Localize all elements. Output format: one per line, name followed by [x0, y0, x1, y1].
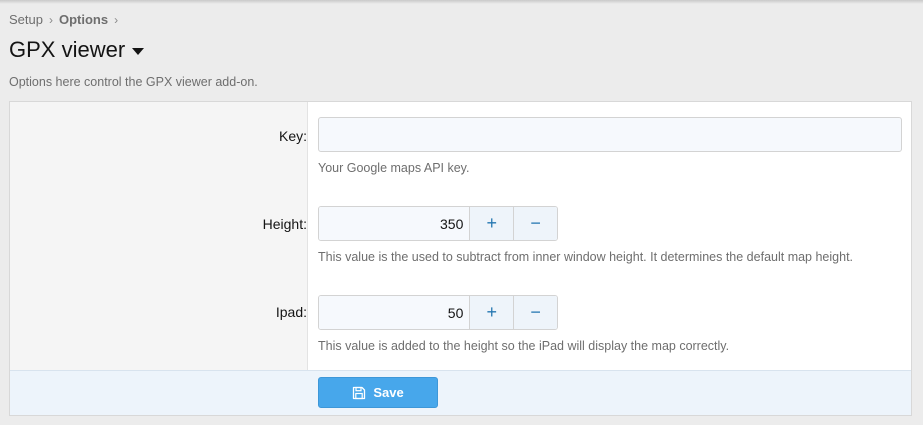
caret-down-icon[interactable]	[132, 48, 145, 55]
height-hint: This value is the used to subtract from …	[318, 250, 854, 264]
height-decrement-button[interactable]: −	[513, 207, 557, 240]
key-hint: Your Google maps API key.	[318, 161, 470, 175]
breadcrumb-separator: ›	[48, 12, 53, 27]
breadcrumb-item-setup[interactable]: Setup	[9, 12, 43, 27]
ipad-label: Ipad:	[275, 304, 307, 320]
title-row[interactable]: GPX viewer	[9, 37, 145, 63]
key-label: Key:	[278, 128, 307, 144]
height-increment-button[interactable]: +	[469, 207, 514, 240]
ipad-hint: This value is added to the height so the…	[318, 339, 730, 353]
ipad-increment-button[interactable]: +	[469, 296, 514, 329]
label-column: Key: Height: Ipad:	[10, 102, 308, 370]
page-title[interactable]: GPX viewer	[9, 37, 125, 63]
top-shadow	[0, 0, 923, 4]
ipad-input[interactable]: 50	[319, 296, 470, 329]
page-description: Options here control the GPX viewer add-…	[9, 75, 258, 89]
height-input[interactable]: 350	[319, 207, 470, 240]
breadcrumb: Setup › Options ›	[9, 12, 124, 27]
height-stepper: 350 + −	[318, 206, 558, 241]
save-button[interactable]: Save	[318, 377, 438, 408]
height-label: Height:	[262, 216, 307, 232]
ipad-stepper: 50 + −	[318, 295, 558, 330]
options-panel: Key: Height: Ipad: Your Google maps API …	[9, 101, 912, 416]
key-input[interactable]	[318, 117, 902, 152]
floppy-disk-icon	[352, 386, 366, 400]
form-footer: Save	[10, 370, 911, 415]
save-button-label: Save	[373, 385, 404, 400]
breadcrumb-item-options[interactable]: Options	[59, 12, 108, 27]
ipad-decrement-button[interactable]: −	[513, 296, 557, 329]
breadcrumb-separator: ›	[114, 12, 119, 27]
